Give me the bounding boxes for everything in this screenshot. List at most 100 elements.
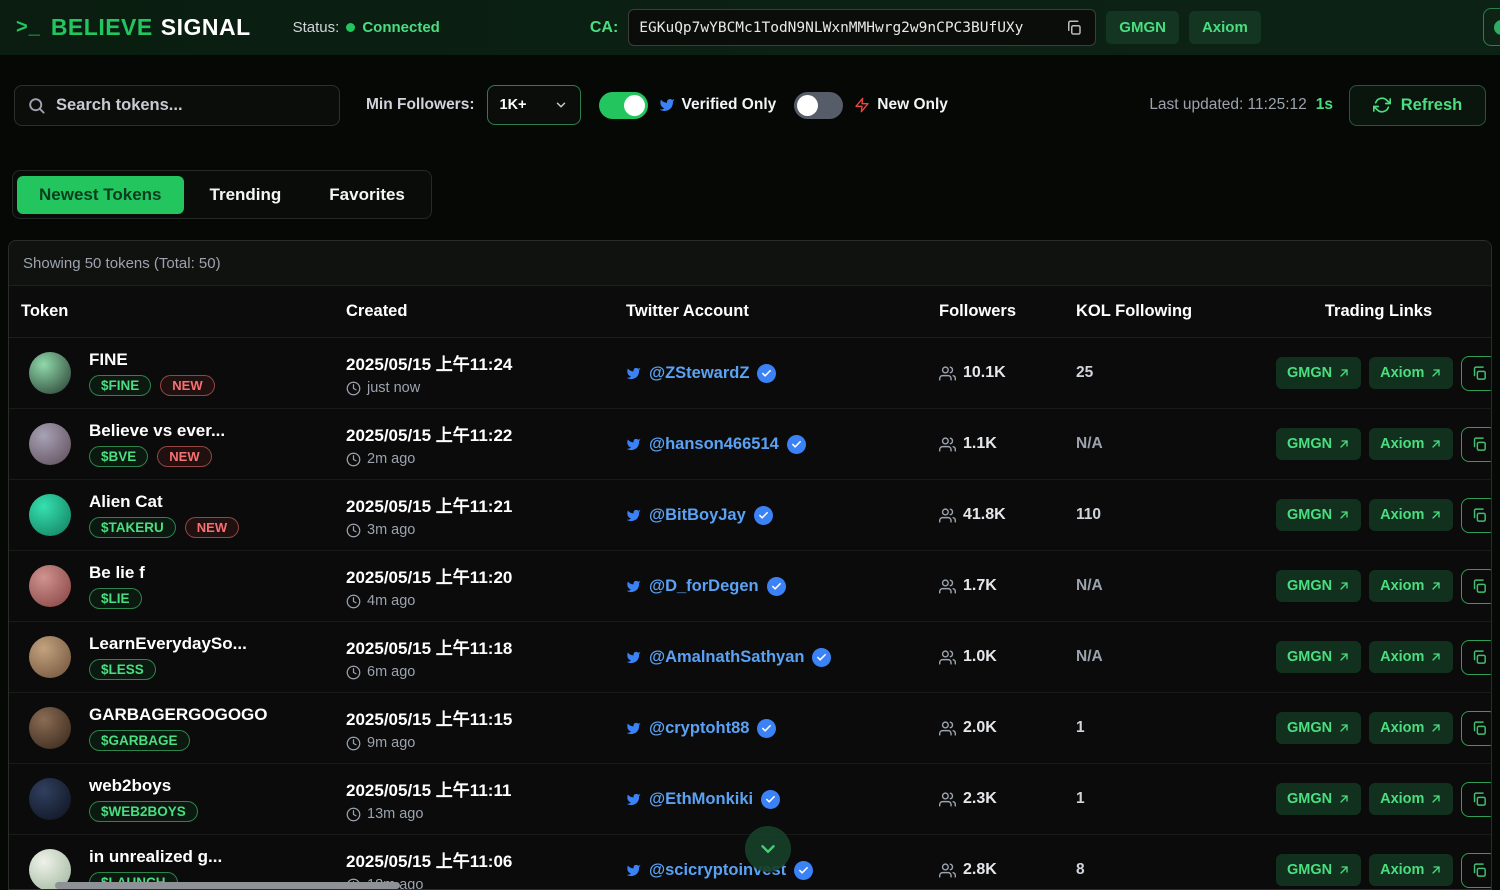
- copy-token-address-button[interactable]: [1461, 427, 1492, 462]
- gmgn-link-button[interactable]: GMGN: [1276, 499, 1361, 531]
- gmgn-link-button[interactable]: GMGN: [1276, 712, 1361, 744]
- tokens-summary: Showing 50 tokens (Total: 50): [23, 255, 221, 272]
- external-link-icon: [1430, 580, 1442, 592]
- column-header-trading: Trading Links: [1276, 302, 1491, 321]
- ca-label: CA:: [590, 19, 618, 37]
- verified-badge-icon: [812, 648, 831, 667]
- gmgn-header-button[interactable]: GMGN: [1106, 11, 1179, 44]
- created-ago: 2m ago: [367, 451, 415, 467]
- axiom-link-button[interactable]: Axiom: [1369, 783, 1453, 815]
- twitter-handle-link[interactable]: @AmalnathSathyan: [649, 648, 804, 667]
- external-link-icon: [1430, 651, 1442, 663]
- tab-trending[interactable]: Trending: [188, 176, 304, 214]
- token-avatar: [29, 352, 71, 394]
- min-followers-select[interactable]: 1K+: [487, 85, 581, 125]
- chevron-down-icon: [757, 838, 779, 860]
- external-link-icon: [1430, 438, 1442, 450]
- twitter-handle-link[interactable]: @cryptoht88: [649, 719, 749, 738]
- brand-primary: BELIEVE: [51, 14, 153, 40]
- tab-newest-tokens[interactable]: Newest Tokens: [17, 176, 184, 214]
- copy-token-address-button[interactable]: [1461, 569, 1492, 604]
- twitter-handle-link[interactable]: @EthMonkiki: [649, 790, 753, 809]
- twitter-handle-link[interactable]: @BitBoyJay: [649, 506, 746, 525]
- toggle-knob: [797, 95, 818, 116]
- gmgn-link-button[interactable]: GMGN: [1276, 570, 1361, 602]
- kol-following-count: 1: [1076, 790, 1276, 808]
- tab-favorites[interactable]: Favorites: [307, 176, 427, 214]
- token-ticker-badge: $LESS: [89, 659, 156, 680]
- axiom-link-button[interactable]: Axiom: [1369, 712, 1453, 744]
- followers-icon: [939, 649, 956, 666]
- axiom-link-button[interactable]: Axiom: [1369, 570, 1453, 602]
- table-row: Be lie f $LIE 2025/05/15 上午11:20 4m ago …: [9, 551, 1491, 622]
- terminal-prompt-icon: >_: [16, 16, 41, 39]
- kol-following-count: 8: [1076, 861, 1276, 879]
- token-ticker-badge: $WEB2BOYS: [89, 801, 198, 822]
- created-ago: 3m ago: [367, 522, 415, 538]
- new-only-toggle[interactable]: [794, 92, 843, 119]
- token-avatar: [29, 494, 71, 536]
- header-action-button[interactable]: [1483, 8, 1500, 46]
- gmgn-link-button[interactable]: GMGN: [1276, 641, 1361, 673]
- followers-count: 41.8K: [963, 506, 1006, 524]
- search-box: [14, 85, 340, 126]
- gmgn-link-button[interactable]: GMGN: [1276, 428, 1361, 460]
- table-body: FINE $FINE NEW 2025/05/15 上午11:24 just n…: [9, 338, 1491, 890]
- twitter-handle-link[interactable]: @hanson466514: [649, 435, 779, 454]
- token-avatar: [29, 636, 71, 678]
- copy-icon: [1471, 862, 1488, 879]
- table-header-row: Token Created Twitter Account Followers …: [9, 286, 1491, 338]
- created-date: 2025/05/15 上午11:22: [346, 421, 626, 446]
- copy-ca-button[interactable]: [1063, 17, 1085, 39]
- token-name: Believe vs ever...: [89, 421, 225, 441]
- token-ticker-badge: $FINE: [89, 375, 151, 396]
- twitter-handle-link[interactable]: @ZStewardZ: [649, 364, 749, 383]
- axiom-link-button[interactable]: Axiom: [1369, 428, 1453, 460]
- clock-icon: [346, 523, 361, 538]
- created-date: 2025/05/15 上午11:20: [346, 563, 626, 588]
- gmgn-link-button[interactable]: GMGN: [1276, 783, 1361, 815]
- scroll-down-button[interactable]: [745, 826, 791, 872]
- kol-following-count: N/A: [1076, 435, 1276, 453]
- external-link-icon: [1338, 438, 1350, 450]
- axiom-link-button[interactable]: Axiom: [1369, 641, 1453, 673]
- copy-token-address-button[interactable]: [1461, 640, 1492, 675]
- axiom-link-button[interactable]: Axiom: [1369, 854, 1453, 886]
- twitter-icon: [626, 792, 641, 807]
- external-link-icon: [1338, 864, 1350, 876]
- external-link-icon: [1430, 367, 1442, 379]
- created-date: 2025/05/15 上午11:06: [346, 847, 626, 872]
- last-updated-text: Last updated: 11:25:12: [1149, 96, 1306, 114]
- verified-only-toggle[interactable]: [599, 92, 648, 119]
- copy-token-address-button[interactable]: [1461, 356, 1492, 391]
- copy-token-address-button[interactable]: [1461, 711, 1492, 746]
- copy-token-address-button[interactable]: [1461, 853, 1492, 888]
- followers-count: 1.0K: [963, 648, 997, 666]
- copy-token-address-button[interactable]: [1461, 782, 1492, 817]
- copy-token-address-button[interactable]: [1461, 498, 1492, 533]
- axiom-link-button[interactable]: Axiom: [1369, 357, 1453, 389]
- ca-address-input[interactable]: [639, 20, 1055, 36]
- horizontal-scrollbar-thumb[interactable]: [55, 882, 400, 889]
- twitter-handle-link[interactable]: @D_forDegen: [649, 577, 759, 596]
- table-row: Believe vs ever... $BVE NEW 2025/05/15 上…: [9, 409, 1491, 480]
- new-badge: NEW: [160, 375, 214, 396]
- axiom-header-button[interactable]: Axiom: [1189, 11, 1261, 44]
- refresh-button[interactable]: Refresh: [1349, 85, 1486, 126]
- axiom-link-button[interactable]: Axiom: [1369, 499, 1453, 531]
- token-name: Alien Cat: [89, 492, 239, 512]
- followers-count: 2.0K: [963, 719, 997, 737]
- twitter-icon: [659, 97, 675, 113]
- column-header-followers: Followers: [939, 302, 1076, 321]
- kol-following-count: N/A: [1076, 577, 1276, 595]
- search-icon: [27, 96, 46, 115]
- clock-icon: [346, 381, 361, 396]
- gmgn-link-button[interactable]: GMGN: [1276, 357, 1361, 389]
- gmgn-link-button[interactable]: GMGN: [1276, 854, 1361, 886]
- followers-icon: [939, 720, 956, 737]
- copy-icon: [1065, 19, 1083, 37]
- refresh-countdown: 1s: [1316, 96, 1333, 114]
- token-name: LearnEverydaySo...: [89, 634, 247, 654]
- search-input[interactable]: [56, 96, 327, 115]
- clock-icon: [346, 594, 361, 609]
